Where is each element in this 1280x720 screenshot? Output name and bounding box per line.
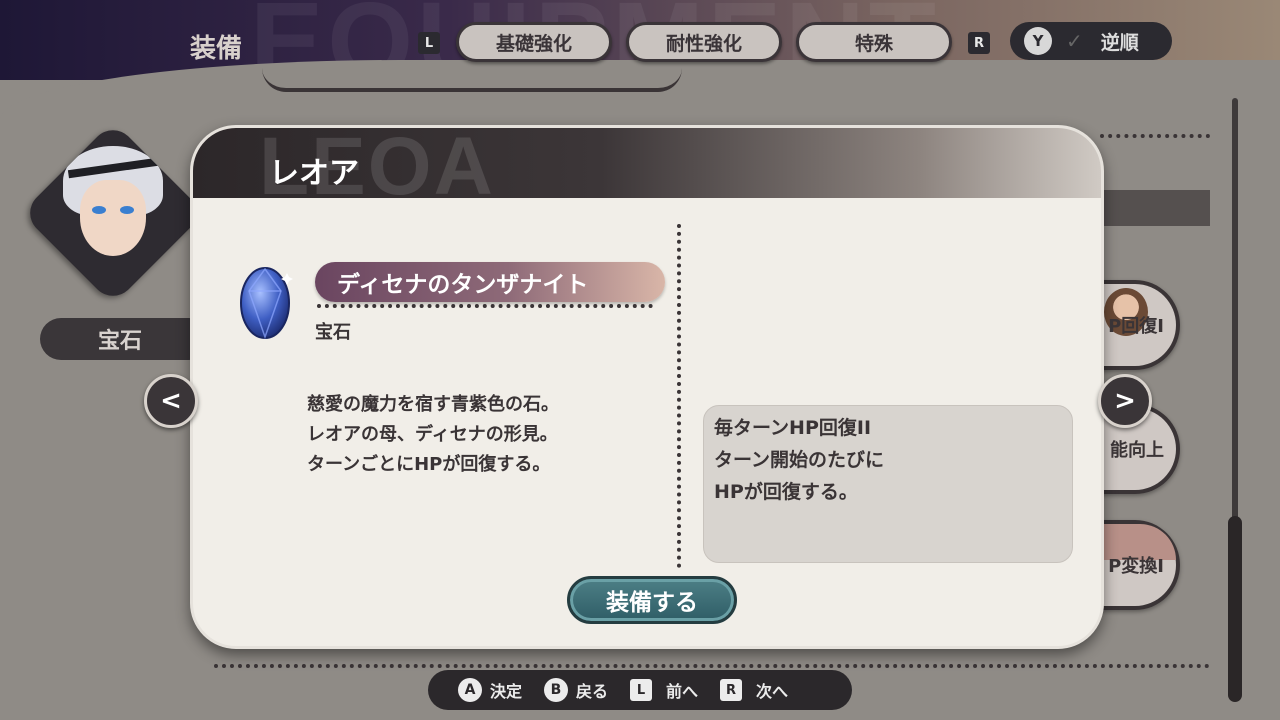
effect-title: 毎ターンHP回復II xyxy=(714,417,872,439)
a-button-icon: A xyxy=(458,678,482,702)
y-button-icon: Y xyxy=(1024,27,1052,55)
hint-confirm[interactable]: A 決定 xyxy=(458,678,522,702)
description-line: ターンごとにHPが回復する。 xyxy=(307,454,551,475)
skill-chip-label: P変換I xyxy=(1108,556,1164,577)
hint-label: 決定 xyxy=(490,682,523,701)
reverse-order-toggle[interactable]: Y ✓ 逆順 xyxy=(1010,22,1172,60)
equip-button[interactable]: 装備する xyxy=(567,576,737,624)
background-band xyxy=(1100,190,1210,226)
reverse-order-label: 逆順 xyxy=(1100,31,1139,54)
b-button-icon: B xyxy=(544,678,569,702)
hint-back[interactable]: B 戻る xyxy=(544,678,608,702)
item-type-label: 宝石 xyxy=(40,318,210,360)
effect-line: ターン開始のたびに xyxy=(714,449,885,471)
gem-icon xyxy=(240,267,293,340)
item-name-divider xyxy=(317,304,653,308)
skill-chip-label: 能向上 xyxy=(1110,440,1164,461)
page-title: 装備 xyxy=(190,34,243,64)
description-line: レオアの母、ディセナの形見。 xyxy=(307,424,558,445)
tab-special[interactable]: 特殊 xyxy=(796,22,952,62)
previous-arrow-button[interactable]: < xyxy=(144,374,198,428)
button-hints-bar: A 決定 B 戻る L 前へ R 次へ xyxy=(428,670,852,710)
skill-chip-label: P回復I xyxy=(1108,316,1164,337)
hint-label: 次へ xyxy=(756,682,789,701)
tab-prev-key-badge: L xyxy=(418,32,440,54)
vertical-divider xyxy=(677,224,681,568)
hint-label: 前へ xyxy=(666,682,699,701)
chevron-right-icon: > xyxy=(1114,386,1136,416)
portrait-eye xyxy=(120,206,134,214)
dialog-header: LEOA レオア xyxy=(193,128,1101,212)
background-divider xyxy=(1100,134,1210,138)
effect-box: 毎ターンHP回復II ターン開始のたびに HPが回復する。 xyxy=(703,405,1073,563)
item-description: 慈愛の魔力を宿す青紫色の石。 レオアの母、ディセナの形見。 ターンごとにHPが回… xyxy=(307,390,559,480)
portrait-face xyxy=(80,180,146,256)
portrait-eye xyxy=(92,206,106,214)
character-name: レオア xyxy=(269,156,359,191)
item-name: ディセナのタンザナイト xyxy=(315,262,665,302)
tab-next-key-badge: R xyxy=(968,32,990,54)
effect-line: HPが回復する。 xyxy=(714,481,858,503)
background-divider xyxy=(214,664,1210,668)
description-line: 慈愛の魔力を宿す青紫色の石。 xyxy=(307,394,559,415)
background-list-card xyxy=(262,56,682,92)
r-button-icon: R xyxy=(720,679,743,701)
l-button-icon: L xyxy=(630,679,653,701)
next-arrow-button[interactable]: > xyxy=(1098,374,1152,428)
check-icon: ✓ xyxy=(1066,29,1083,53)
hint-label: 戻る xyxy=(576,682,609,701)
hint-next[interactable]: R 次へ xyxy=(720,678,788,702)
hint-previous[interactable]: L 前へ xyxy=(630,678,698,702)
scrollbar-thumb[interactable] xyxy=(1228,516,1242,702)
item-detail-dialog: LEOA レオア ディセナのタンザナイト 宝石 慈愛の魔力を宿す青紫色の石。 レ… xyxy=(190,125,1104,649)
chevron-left-icon: < xyxy=(160,386,182,416)
item-category: 宝石 xyxy=(315,322,351,343)
character-portrait xyxy=(21,121,205,305)
